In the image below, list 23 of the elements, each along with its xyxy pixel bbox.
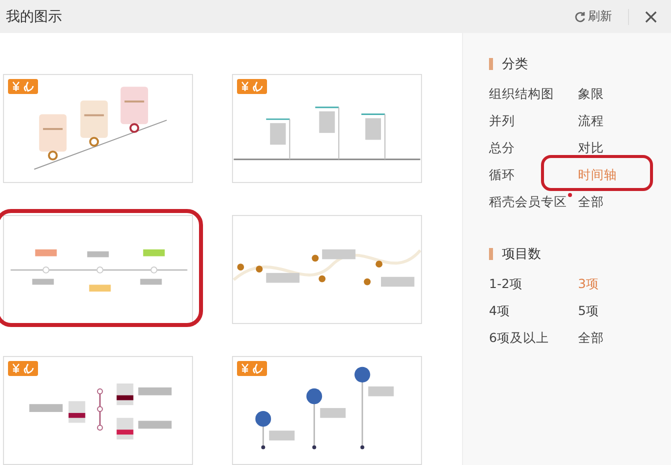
filter-option[interactable]: 总分 xyxy=(489,138,515,157)
filter-option[interactable]: 4项 xyxy=(489,301,510,320)
filter-option[interactable]: 稻壳会员专区 xyxy=(489,192,567,211)
filter-option[interactable]: 并列 xyxy=(489,111,515,130)
filter-option[interactable]: 流程 xyxy=(578,111,604,130)
filter-option[interactable]: 象限 xyxy=(578,84,604,103)
window-title: 我的图示 xyxy=(6,8,63,26)
section-title: 分类 xyxy=(502,56,528,73)
refresh-button[interactable]: 刷新 xyxy=(570,6,616,27)
close-icon xyxy=(645,10,657,22)
filter-option[interactable]: 6项及以上 xyxy=(489,328,549,347)
filter-option[interactable]: 5项 xyxy=(578,301,599,320)
close-button[interactable] xyxy=(643,8,659,24)
filter-option[interactable]: 全部 xyxy=(578,192,604,211)
filter-option[interactable]: 全部 xyxy=(578,328,604,347)
section-marker xyxy=(489,58,493,70)
refresh-icon xyxy=(574,10,586,22)
section-marker xyxy=(489,248,493,260)
filter-option[interactable]: 对比 xyxy=(578,138,604,157)
filter-option[interactable]: 1-2项 xyxy=(489,274,522,293)
filter-option[interactable]: 循环 xyxy=(489,165,515,184)
filter-option[interactable]: 组织结构图 xyxy=(489,84,554,103)
section-title: 项目数 xyxy=(502,246,541,263)
